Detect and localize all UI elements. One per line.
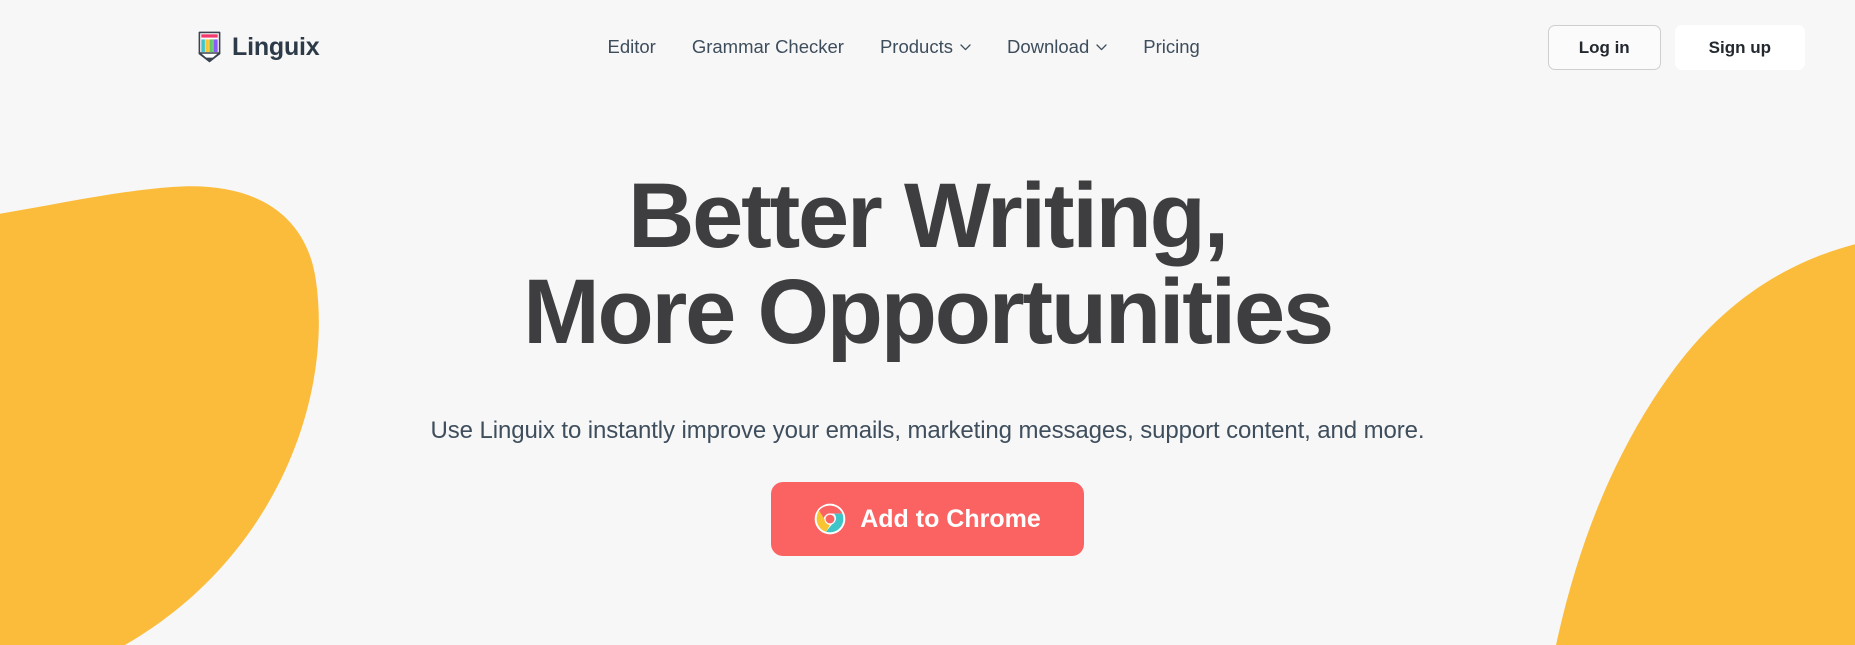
hero-title-line-1: Better Writing, [627, 165, 1229, 267]
nav-item-editor[interactable]: Editor [607, 36, 655, 58]
nav-item-download[interactable]: Download [1007, 36, 1107, 58]
chrome-icon [814, 504, 846, 535]
brand-name: Linguix [232, 32, 320, 61]
nav-item-grammar-checker[interactable]: Grammar Checker [692, 36, 844, 58]
login-button[interactable]: Log in [1547, 24, 1661, 70]
nav-item-label: Download [1006, 36, 1090, 57]
hero-title: Better Writing, More Opportunities [0, 165, 1855, 363]
hero-cta-container: Add to Chrome [0, 482, 1855, 557]
nav-item-label: Editor [607, 36, 656, 57]
linguix-pencil-logo-icon [198, 31, 221, 63]
chevron-down-icon [960, 43, 971, 50]
signup-button[interactable]: Sign up [1674, 24, 1805, 70]
site-header: Linguix Editor Grammar Checker Products … [0, 0, 1855, 94]
nav-item-pricing[interactable]: Pricing [1143, 36, 1200, 58]
add-to-chrome-button[interactable]: Add to Chrome [771, 482, 1084, 557]
auth-button-group: Log in Sign up [1547, 24, 1805, 70]
main-navigation: Editor Grammar Checker Products Download… [607, 36, 1199, 58]
nav-item-label: Products [879, 36, 953, 57]
brand-logo-link[interactable]: Linguix [198, 31, 320, 63]
hero-subtitle: Use Linguix to instantly improve your em… [430, 417, 1425, 445]
nav-item-label: Pricing [1143, 36, 1200, 57]
add-to-chrome-label: Add to Chrome [860, 504, 1041, 533]
nav-item-products[interactable]: Products [880, 36, 971, 58]
nav-item-label: Grammar Checker [691, 36, 844, 57]
chevron-down-icon [1096, 43, 1107, 50]
hero-title-line-2: More Opportunities [523, 260, 1334, 363]
hero-section: Better Writing, More Opportunities Use L… [0, 94, 1855, 557]
